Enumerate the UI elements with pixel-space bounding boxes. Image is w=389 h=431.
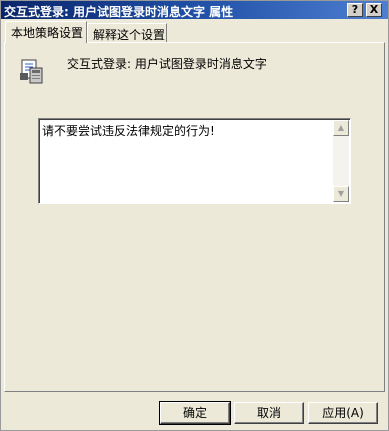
window-title: 交互式登录: 用户试图登录时消息文字 属性 <box>4 5 234 19</box>
policy-title: 交互式登录: 用户试图登录时消息文字 <box>67 57 267 71</box>
cancel-button[interactable]: 取消 <box>234 402 304 424</box>
policy-computer-icon <box>19 59 45 88</box>
scroll-down-icon[interactable]: ▼ <box>333 186 349 202</box>
ok-button[interactable]: 确定 <box>159 401 231 425</box>
title-bar[interactable]: 交互式登录: 用户试图登录时消息文字 属性 ? X <box>1 1 388 19</box>
properties-dialog: 交互式登录: 用户试图登录时消息文字 属性 ? X 本地策略设置 解释这个设置 … <box>0 0 389 431</box>
message-text-area[interactable]: 请不要尝试违反法律规定的行为! ▲ ▼ <box>38 118 351 204</box>
scroll-up-icon[interactable]: ▲ <box>333 120 349 136</box>
tab-label: 本地策略设置 <box>11 26 84 40</box>
close-button[interactable]: X <box>366 3 382 17</box>
vertical-scrollbar[interactable]: ▲ ▼ <box>333 120 349 202</box>
apply-button[interactable]: 应用(A) <box>308 402 378 424</box>
message-text: 请不要尝试违反法律规定的行为! <box>42 124 215 138</box>
tab-explain-setting[interactable]: 解释这个设置 <box>87 23 167 42</box>
tab-label: 解释这个设置 <box>93 28 166 42</box>
tab-local-policy-setting[interactable]: 本地策略设置 <box>5 21 87 43</box>
help-button[interactable]: ? <box>347 3 363 17</box>
tab-panel <box>4 42 385 392</box>
